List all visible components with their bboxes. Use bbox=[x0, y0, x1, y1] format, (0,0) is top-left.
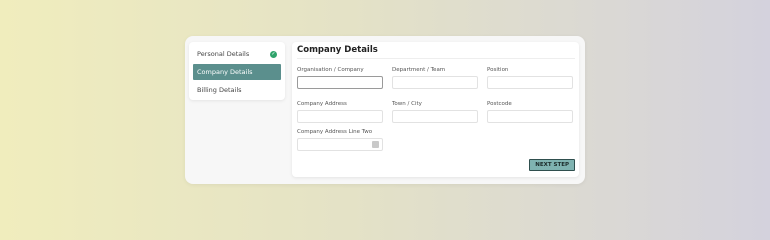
town-field-group: Town / City bbox=[392, 101, 478, 123]
postcode-field-group: Postcode bbox=[487, 101, 573, 123]
postcode-input[interactable] bbox=[487, 110, 573, 123]
page-title: Company Details bbox=[297, 45, 378, 55]
sidebar-item-personal-details[interactable]: Personal Details ✓ bbox=[193, 46, 281, 62]
sidebar-item-label: Personal Details bbox=[197, 50, 250, 58]
address-two-input[interactable] bbox=[297, 138, 383, 151]
address-label: Company Address bbox=[297, 101, 347, 107]
sidebar-item-company-details[interactable]: Company Details bbox=[193, 64, 281, 80]
title-divider bbox=[297, 58, 575, 59]
address-input[interactable] bbox=[297, 110, 383, 123]
town-input[interactable] bbox=[392, 110, 478, 123]
department-input[interactable] bbox=[392, 76, 478, 89]
steps-sidebar: Personal Details ✓ Company Details Billi… bbox=[189, 42, 285, 100]
sidebar-item-label: Company Details bbox=[197, 68, 253, 76]
check-circle-icon: ✓ bbox=[270, 50, 277, 58]
next-step-button[interactable]: NEXT STEP bbox=[529, 159, 575, 171]
department-field-group: Department / Team bbox=[392, 67, 478, 89]
form-card: Personal Details ✓ Company Details Billi… bbox=[185, 36, 585, 184]
address-field-group: Company Address bbox=[297, 101, 383, 123]
position-label: Position bbox=[487, 67, 509, 73]
position-input[interactable] bbox=[487, 76, 573, 89]
sidebar-item-billing-details[interactable]: Billing Details bbox=[193, 82, 281, 98]
department-label: Department / Team bbox=[392, 67, 446, 73]
picker-icon[interactable] bbox=[372, 141, 379, 148]
sidebar-item-label: Billing Details bbox=[197, 86, 242, 94]
organisation-field-group: Organisation / Company bbox=[297, 67, 383, 89]
address-two-field-group: Company Address Line Two bbox=[297, 129, 383, 151]
town-label: Town / City bbox=[392, 101, 422, 107]
address-two-label: Company Address Line Two bbox=[297, 129, 373, 135]
organisation-label: Organisation / Company bbox=[297, 67, 364, 73]
company-details-panel: Company Details Organisation / Company D… bbox=[292, 42, 579, 177]
postcode-label: Postcode bbox=[487, 101, 512, 107]
position-field-group: Position bbox=[487, 67, 573, 89]
organisation-input[interactable] bbox=[297, 76, 383, 89]
